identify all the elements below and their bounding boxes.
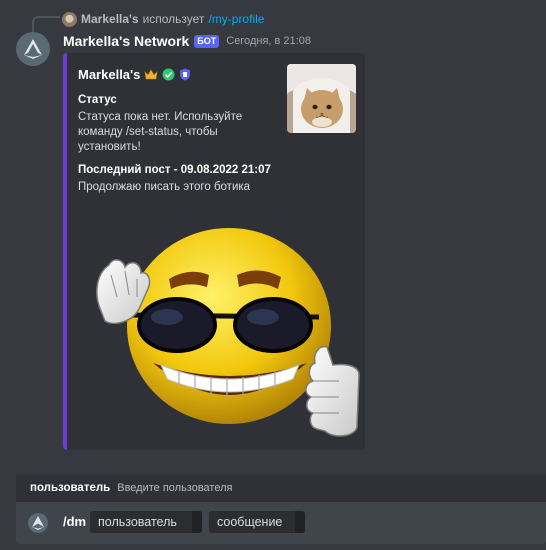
param-message-pill[interactable]: сообщение — [209, 511, 305, 533]
field-status-name: Статус — [78, 94, 117, 106]
option-hint: Введите пользователя — [117, 482, 233, 494]
bot-avatar[interactable] — [16, 32, 50, 66]
embed-thumbnail-cat[interactable] — [287, 64, 356, 133]
field-lastpost-value: Продолжаю писать этого ботика — [78, 181, 251, 193]
message-timestamp: Сегодня, в 21:08 — [226, 35, 311, 47]
crown-icon — [144, 68, 158, 79]
slash-command[interactable]: /dm — [63, 514, 86, 529]
command-option-hint-bar: пользователь Введите пользователя — [16, 474, 546, 502]
reply-avatar — [62, 11, 77, 27]
param-user-pill[interactable]: пользователь — [90, 511, 202, 533]
embed-title: Markella's — [78, 65, 191, 83]
reply-reference[interactable]: Markella's использует /my-profile — [62, 10, 264, 28]
reply-username[interactable]: Markella's — [81, 12, 139, 26]
shield-icon — [180, 68, 191, 80]
bot-logo-icon — [28, 513, 48, 533]
option-name: пользователь — [30, 482, 111, 494]
profile-embed: Markella's Статус Статуса пока нет. Испо… — [63, 53, 365, 450]
field-status-value: Статуса пока нет. Используйте команду /s… — [78, 111, 243, 153]
bot-badge: БОТ — [194, 34, 220, 48]
param-message-input[interactable] — [295, 511, 305, 533]
param-message-label: сообщение — [217, 515, 283, 529]
embed-title-text: Markella's — [78, 66, 141, 82]
message-header: Markella's Network БОТ Сегодня, в 21:08 — [63, 31, 311, 51]
author-name[interactable]: Markella's Network — [63, 33, 189, 49]
bot-logo-icon — [24, 39, 42, 59]
param-user-input[interactable] — [192, 511, 202, 533]
field-lastpost-name: Последний пост - 09.08.2022 21:07 — [78, 164, 271, 176]
message-input-bar[interactable]: /dm пользователь сообщение — [16, 502, 546, 544]
verified-check-icon — [162, 68, 175, 80]
reply-connector — [32, 16, 60, 32]
embed-image-sunglasses-smiley[interactable] — [87, 213, 362, 443]
param-user-label: пользователь — [98, 515, 177, 529]
reply-action: использует — [142, 12, 205, 26]
reply-command[interactable]: /my-profile — [208, 12, 264, 26]
